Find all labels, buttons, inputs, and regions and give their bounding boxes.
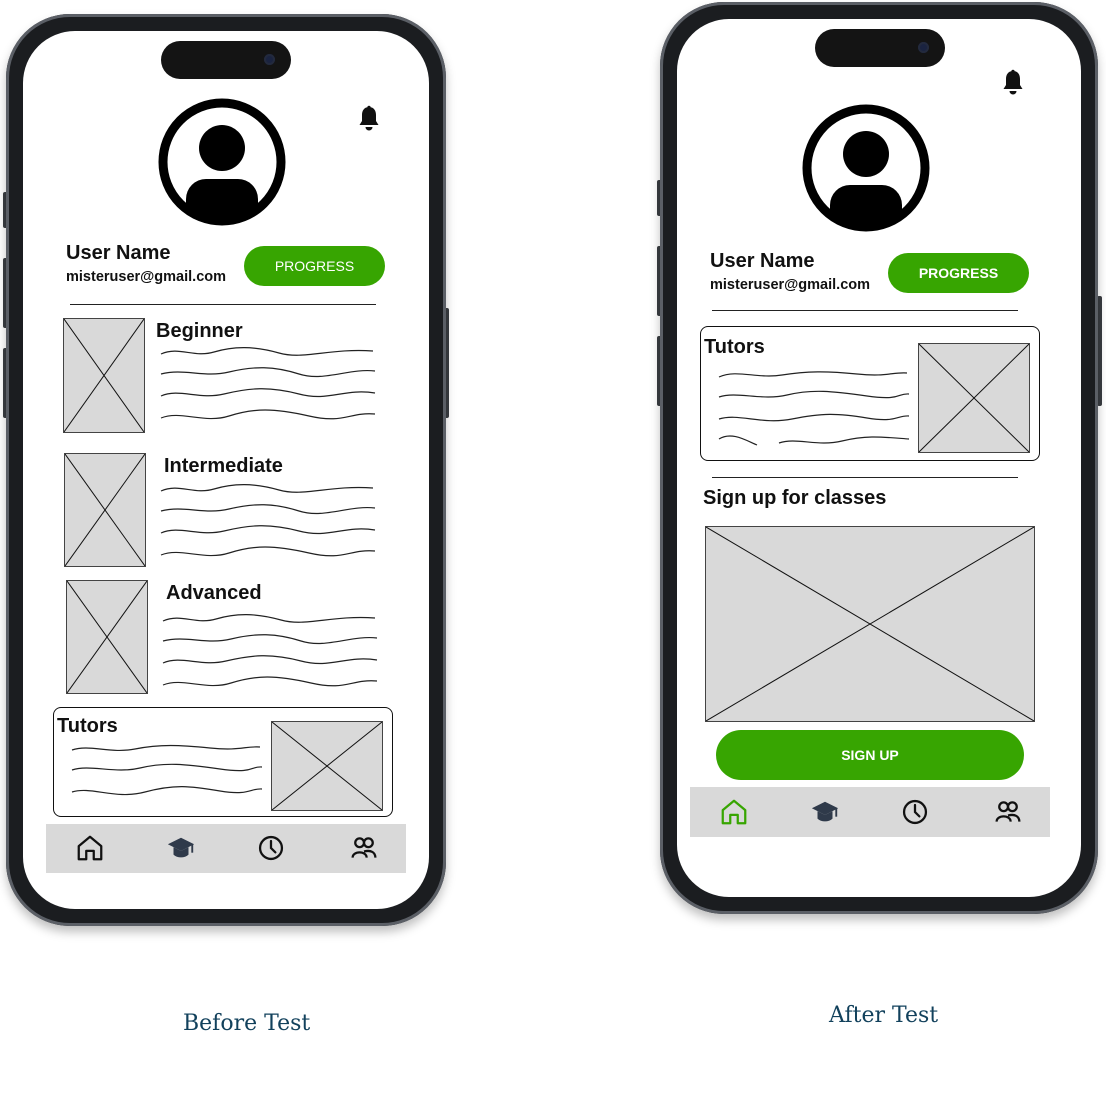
tutors-description-scribble xyxy=(718,371,910,446)
beginner-description-scribble xyxy=(160,347,376,420)
caption-before: Before Test xyxy=(183,1011,311,1036)
user-name: User Name xyxy=(710,250,815,272)
tutors-description-scribble xyxy=(71,744,263,796)
user-name: User Name xyxy=(66,242,171,264)
intermediate-image-placeholder xyxy=(64,453,146,567)
clock-icon[interactable] xyxy=(255,832,287,864)
clock-icon[interactable] xyxy=(899,796,931,828)
bottom-nav xyxy=(690,787,1050,837)
graduation-cap-icon[interactable] xyxy=(809,796,841,828)
signup-heading: Sign up for classes xyxy=(703,487,887,509)
camera-icon xyxy=(264,54,275,65)
user-email: misteruser@gmail.com xyxy=(710,277,871,293)
home-icon[interactable] xyxy=(74,832,106,864)
level-title-intermediate: Intermediate xyxy=(164,455,283,477)
class-image-placeholder xyxy=(705,526,1035,722)
divider xyxy=(712,477,1018,478)
bell-icon[interactable] xyxy=(357,105,381,133)
phone-frame-after: User Name misteruser@gmail.com PROGRESS … xyxy=(660,2,1098,914)
users-icon[interactable] xyxy=(348,832,380,864)
progress-button[interactable]: PROGRESS xyxy=(244,246,385,286)
home-icon[interactable] xyxy=(718,796,750,828)
level-title-advanced: Advanced xyxy=(166,582,262,604)
tutor-image-placeholder xyxy=(918,343,1030,453)
level-title-beginner: Beginner xyxy=(156,320,243,342)
bottom-nav xyxy=(46,824,406,873)
users-icon[interactable] xyxy=(992,796,1024,828)
avatar[interactable] xyxy=(802,104,930,232)
dynamic-island xyxy=(161,41,291,79)
graduation-cap-icon[interactable] xyxy=(165,832,197,864)
tutors-title: Tutors xyxy=(57,715,118,737)
bell-icon[interactable] xyxy=(1001,69,1025,97)
progress-button[interactable]: PROGRESS xyxy=(888,253,1029,293)
phone-screen-before: User Name misteruser@gmail.com PROGRESS … xyxy=(23,31,429,909)
beginner-image-placeholder xyxy=(63,318,145,433)
dynamic-island xyxy=(815,29,945,67)
phone-frame-before: User Name misteruser@gmail.com PROGRESS … xyxy=(6,14,446,926)
avatar[interactable] xyxy=(158,98,286,226)
camera-icon xyxy=(918,42,929,53)
intermediate-description-scribble xyxy=(160,484,376,557)
tutor-image-placeholder xyxy=(271,721,383,811)
advanced-description-scribble xyxy=(162,614,378,687)
signup-button[interactable]: SIGN UP xyxy=(716,730,1024,780)
divider xyxy=(70,304,376,305)
phone-screen-after: User Name misteruser@gmail.com PROGRESS … xyxy=(677,19,1081,897)
user-email: misteruser@gmail.com xyxy=(66,269,227,285)
caption-after: After Test xyxy=(829,1003,939,1028)
tutors-title: Tutors xyxy=(704,336,765,358)
tutors-card[interactable]: Tutors xyxy=(700,326,1040,461)
divider xyxy=(712,310,1018,311)
advanced-image-placeholder xyxy=(66,580,148,694)
tutors-card[interactable]: Tutors xyxy=(53,707,393,817)
